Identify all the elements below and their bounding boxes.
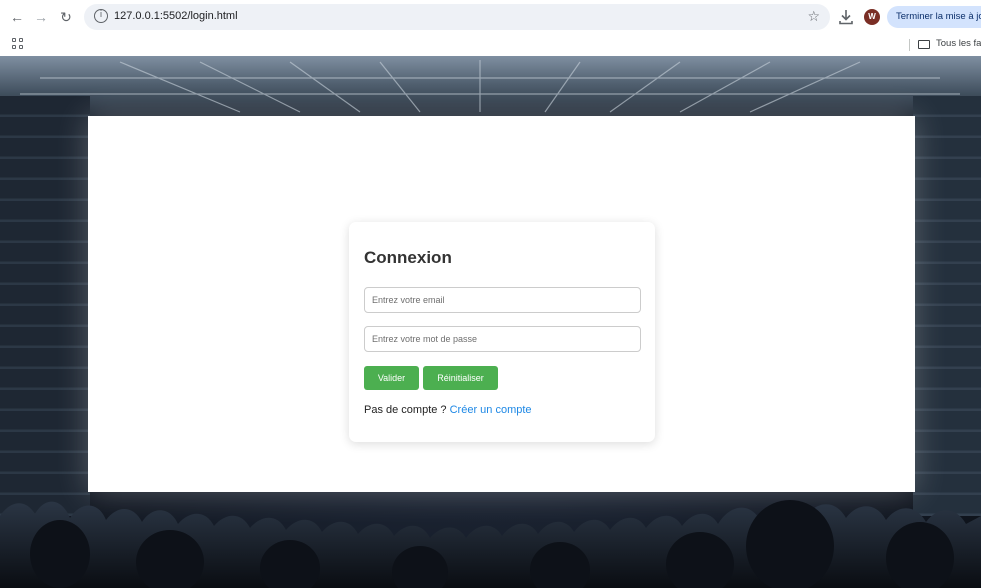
page-viewport: Connexion Valider Réinitialiser Pas de c… (0, 56, 981, 588)
apps-grid-icon[interactable] (12, 38, 24, 50)
reload-icon[interactable]: ↻ (57, 8, 75, 26)
submit-button[interactable]: Valider (364, 366, 419, 390)
back-arrow-icon[interactable]: ← (8, 8, 26, 26)
cinema-wall-left (0, 96, 90, 516)
bookmark-star-icon[interactable]: ☆ (807, 8, 820, 25)
audience-silhouettes (0, 500, 981, 588)
cinema-wall-right (913, 96, 981, 516)
forward-arrow-icon[interactable]: → (32, 8, 50, 26)
no-account-text: Pas de compte ? (364, 404, 450, 416)
download-icon[interactable] (838, 8, 854, 26)
browser-toolbar: ← → ↻ i 127.0.0.1:5502/login.html ☆ W Te… (0, 0, 981, 34)
password-field[interactable] (364, 326, 641, 352)
address-bar[interactable]: i 127.0.0.1:5502/login.html ☆ (84, 4, 830, 30)
profile-avatar[interactable]: W (864, 9, 880, 25)
bookmarks-divider (909, 39, 910, 51)
cinema-ceiling (0, 56, 981, 118)
create-account-link[interactable]: Créer un compte (450, 404, 532, 416)
bookmarks-bar: Tous les favoris (0, 34, 981, 56)
address-url[interactable]: 127.0.0.1:5502/login.html (114, 10, 238, 22)
update-button[interactable]: Terminer la mise à jour (887, 6, 981, 28)
reset-button[interactable]: Réinitialiser (423, 366, 498, 390)
all-bookmarks-link[interactable]: Tous les favoris (936, 38, 981, 49)
email-field[interactable] (364, 287, 641, 313)
folder-icon[interactable] (918, 40, 930, 49)
login-form: Connexion Valider Réinitialiser Pas de c… (349, 222, 655, 442)
site-info-icon[interactable]: i (94, 9, 108, 23)
signup-prompt: Pas de compte ? Créer un compte (364, 404, 532, 416)
login-title: Connexion (364, 248, 452, 267)
